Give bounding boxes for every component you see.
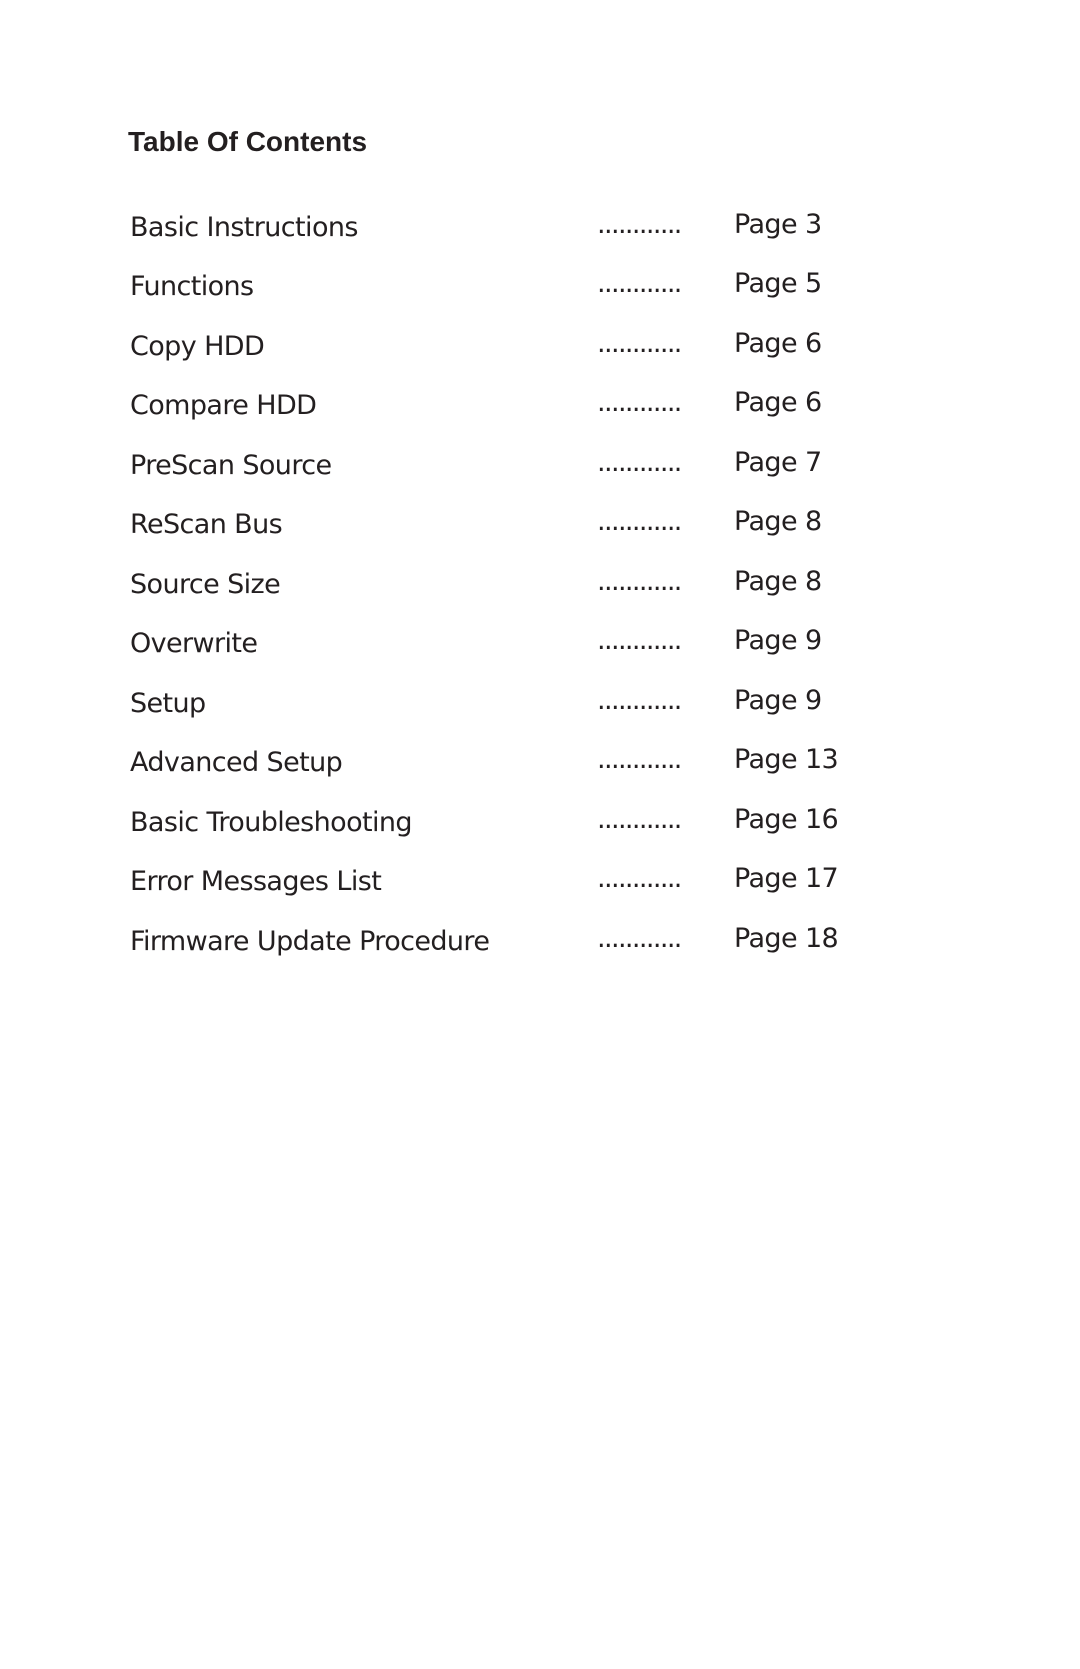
dot-leader: ............ [597, 863, 682, 894]
dot-leader: ............ [597, 685, 682, 716]
toc-entry-page: Page 6 [734, 387, 822, 418]
toc-entry[interactable]: Basic Instructions ............ Page 3 [0, 209, 1080, 262]
toc-entry[interactable]: Basic Troubleshooting ............ Page … [0, 804, 1080, 857]
dot-leader: ............ [597, 506, 682, 537]
dot-leader: ............ [597, 744, 682, 775]
toc-title: Table Of Contents [128, 126, 368, 157]
dot-leader: ............ [597, 923, 682, 954]
toc-entry-label: PreScan Source [130, 450, 332, 481]
toc-entry[interactable]: Compare HDD ............ Page 6 [0, 387, 1080, 440]
toc-entry-page: Page 9 [734, 625, 822, 656]
toc-entry-page: Page 8 [734, 566, 822, 597]
toc-entry-label: Firmware Update Procedure [130, 926, 490, 957]
toc-entry-label: Basic Instructions [130, 212, 358, 243]
toc-entry-page: Page 16 [734, 804, 839, 835]
toc-entry-label: Advanced Setup [130, 747, 343, 778]
toc-entry-label: Source Size [130, 569, 281, 600]
toc-entry-label: Overwrite [130, 628, 258, 659]
toc-entry-label: Error Messages List [130, 866, 382, 897]
toc-entry[interactable]: Error Messages List ............ Page 17 [0, 863, 1080, 916]
toc-entry-label: Compare HDD [130, 390, 317, 421]
toc-entry[interactable]: Copy HDD ............ Page 6 [0, 328, 1080, 381]
toc-entry[interactable]: ReScan Bus ............ Page 8 [0, 506, 1080, 559]
toc-entry-label: ReScan Bus [130, 509, 283, 540]
toc-entry[interactable]: Overwrite ............ Page 9 [0, 625, 1080, 678]
toc-entry-page: Page 3 [734, 209, 822, 240]
toc-entry-page: Page 18 [734, 923, 839, 954]
dot-leader: ............ [597, 566, 682, 597]
dot-leader: ............ [597, 209, 682, 240]
toc-entry[interactable]: Source Size ............ Page 8 [0, 566, 1080, 619]
toc-entry-label: Functions [130, 271, 254, 302]
toc-entry[interactable]: PreScan Source ............ Page 7 [0, 447, 1080, 500]
toc-entry-page: Page 7 [734, 447, 822, 478]
toc-entry[interactable]: Functions ............ Page 5 [0, 268, 1080, 321]
toc-entry-page: Page 17 [734, 863, 839, 894]
toc-entry-label: Setup [130, 688, 206, 719]
toc-entry-page: Page 13 [734, 744, 839, 775]
dot-leader: ............ [597, 625, 682, 656]
dot-leader: ............ [597, 328, 682, 359]
dot-leader: ............ [597, 804, 682, 835]
toc-entry[interactable]: Firmware Update Procedure ............ P… [0, 923, 1080, 976]
toc-entry-page: Page 8 [734, 506, 822, 537]
toc-entry-page: Page 6 [734, 328, 822, 359]
toc-entry-label: Basic Troubleshooting [130, 807, 413, 838]
toc-entry[interactable]: Setup ............ Page 9 [0, 685, 1080, 738]
toc-entry-page: Page 5 [734, 268, 822, 299]
toc-entry-label: Copy HDD [130, 331, 265, 362]
dot-leader: ............ [597, 447, 682, 478]
toc-entry-page: Page 9 [734, 685, 822, 716]
dot-leader: ............ [597, 387, 682, 418]
dot-leader: ............ [597, 268, 682, 299]
toc-entry[interactable]: Advanced Setup ............ Page 13 [0, 744, 1080, 797]
